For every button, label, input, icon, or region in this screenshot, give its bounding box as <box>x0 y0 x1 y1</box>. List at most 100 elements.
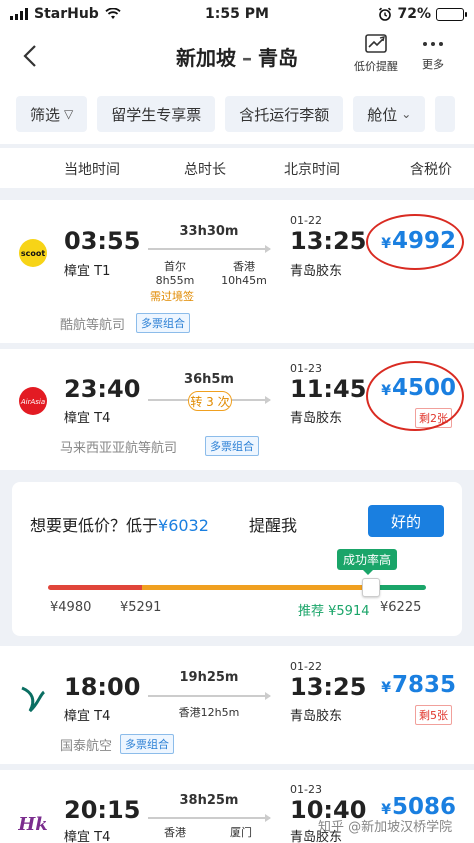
col-duration[interactable]: 总时长 <box>184 159 226 179</box>
flight-duration: 36h5m <box>184 372 234 387</box>
hk-airlines-logo-icon: Hk <box>18 808 48 838</box>
col-beijing-time[interactable]: 北京时间 <box>284 159 340 179</box>
more-filter-chip[interactable] <box>435 96 456 132</box>
departure-airport: 樟宜 T1 <box>64 264 111 279</box>
arrival-time: 13:25 <box>290 673 367 701</box>
carrier-name: StarHub <box>34 6 99 22</box>
trend-chart-icon <box>365 34 387 53</box>
flight-card[interactable]: AirAsia 23:40 樟宜 T4 36h5m 转 3 次 01-23 11… <box>0 349 474 470</box>
wifi-icon <box>105 8 121 19</box>
arrival-date: 01-22 <box>290 214 322 227</box>
stop-2: 香港 10h45m <box>216 260 272 288</box>
more-label: 更多 <box>422 58 444 71</box>
highlight-circle <box>366 214 464 270</box>
combo-ticket-tag: 多票组合 <box>205 436 259 456</box>
departure-airport: 樟宜 T4 <box>64 411 111 426</box>
flight-duration: 19h25m <box>179 670 239 685</box>
price-currency: ¥ <box>381 680 391 696</box>
airline-name: 马来西亚亚航等航司 <box>60 441 178 456</box>
departure-time: 18:00 <box>64 673 141 701</box>
route-line <box>148 245 271 253</box>
destination-city: 青岛 <box>258 46 298 70</box>
seats-left-badge: 剩5张 <box>415 705 452 725</box>
airasia-logo-icon: AirAsia <box>18 386 48 416</box>
alert-prompt: 想要更低价？低于¥6032 <box>30 512 209 536</box>
ok-button[interactable]: 好的 <box>368 505 444 537</box>
highlight-circle <box>366 361 464 431</box>
battery-percent: 72% <box>397 6 431 22</box>
svg-text:AirAsia: AirAsia <box>20 398 45 406</box>
funnel-icon: ▽ <box>64 107 74 121</box>
alert-prefix: 想要更低价？低于 <box>30 516 159 535</box>
stop-2: 厦门 <box>230 826 252 839</box>
filter-label: 筛选 <box>30 105 61 124</box>
price-slider-handle[interactable] <box>362 578 380 597</box>
student-fare-chip[interactable]: 留学生专享票 <box>97 96 216 132</box>
status-right: 72% <box>378 6 467 22</box>
stop-wait: 10h45m <box>221 274 267 287</box>
cabin-label: 舱位 <box>367 105 398 124</box>
success-rate-tag: 成功率高 <box>337 549 398 575</box>
cabin-chip[interactable]: 舱位 ⌄ <box>353 96 426 132</box>
departure-time: 23:40 <box>64 375 141 403</box>
svg-text:Hk: Hk <box>18 814 48 835</box>
route-separator: – <box>242 46 252 70</box>
status-bar: StarHub 1:55 PM 72% <box>0 0 474 28</box>
price-bar-mid <box>142 585 364 590</box>
scoot-logo-icon: scoot <box>18 238 48 268</box>
column-header: 当地时间 总时长 北京时间 含税价 <box>0 148 474 188</box>
departure-time: 20:15 <box>64 796 141 824</box>
recommended-price-tick: 推荐 ¥5914 <box>298 604 370 619</box>
stop-1: 首尔 8h55m <box>150 260 200 288</box>
svg-text:scoot: scoot <box>21 249 45 258</box>
airline-name: 国泰航空 <box>60 739 113 754</box>
combo-ticket-tag: 多票组合 <box>136 313 190 333</box>
more-dots-icon <box>423 32 443 56</box>
combo-ticket-tag: 多票组合 <box>120 734 174 754</box>
col-price[interactable]: 含税价 <box>410 159 452 179</box>
stop-1: 香港12h5m <box>178 706 240 719</box>
arrival-airport: 青岛胶东 <box>290 411 343 426</box>
flight-card[interactable]: scoot 03:55 樟宜 T1 33h30m 首尔 8h55m 香港 10h45… <box>0 200 474 343</box>
price-alert-label: 低价提醒 <box>354 60 398 73</box>
departure-airport: 樟宜 T4 <box>64 830 111 843</box>
airline-name: 酷航等航司 <box>60 318 126 333</box>
arrival-date: 01-23 <box>290 783 322 796</box>
flight-card[interactable]: 18:00 樟宜 T4 19h25m 香港12h5m 01-22 13:25 青… <box>0 646 474 764</box>
route-title: 新加坡 – 青岛 <box>0 42 474 71</box>
price-bar-low <box>48 585 142 590</box>
cathay-logo-icon <box>18 684 48 714</box>
transfer-count-badge: 转 3 次 <box>188 391 232 411</box>
price-value: 7835 <box>391 672 456 698</box>
price-tick: ¥5291 <box>120 600 162 615</box>
transit-visa-warning: 需过境签 <box>150 290 194 303</box>
flight-duration: 38h25m <box>179 793 239 808</box>
status-left: StarHub <box>10 6 121 22</box>
filter-chip[interactable]: 筛选 ▽ <box>16 96 88 132</box>
alert-target-price: ¥6032 <box>158 516 209 535</box>
col-local-time[interactable]: 当地时间 <box>64 159 120 179</box>
price-tick: ¥4980 <box>50 600 92 615</box>
arrival-date: 01-22 <box>290 660 322 673</box>
route-line <box>148 814 271 822</box>
remind-me-label: 提醒我 <box>249 516 298 535</box>
arrival-time: 11:45 <box>290 375 367 403</box>
arrival-date: 01-23 <box>290 362 322 375</box>
stop-city: 香港 <box>233 260 255 273</box>
price-tick: ¥6225 <box>380 600 422 615</box>
watermark: 知乎 @新加坡汉桥学院 <box>318 820 453 835</box>
price-alert-button[interactable]: 低价提醒 <box>354 32 398 74</box>
battery-icon <box>436 7 467 21</box>
chevron-down-icon: ⌄ <box>401 107 412 121</box>
filter-bar: 筛选 ▽ 留学生专享票 含托运行李额 舱位 ⌄ <box>0 84 474 144</box>
departure-time: 03:55 <box>64 227 141 255</box>
nav-bar: 新加坡 – 青岛 低价提醒 更多 <box>0 28 474 84</box>
price-alert-card: 想要更低价？低于¥6032 提醒我 好的 成功率高 ¥4980 ¥5291 推荐… <box>12 482 462 636</box>
stop-city: 首尔 <box>164 260 186 273</box>
more-button[interactable]: 更多 <box>422 32 444 72</box>
student-fare-label: 留学生专享票 <box>111 105 202 124</box>
departure-airport: 樟宜 T4 <box>64 709 111 724</box>
flight-duration: 33h30m <box>179 224 239 239</box>
stop-1: 香港 <box>164 826 186 839</box>
baggage-chip[interactable]: 含托运行李额 <box>225 96 344 132</box>
